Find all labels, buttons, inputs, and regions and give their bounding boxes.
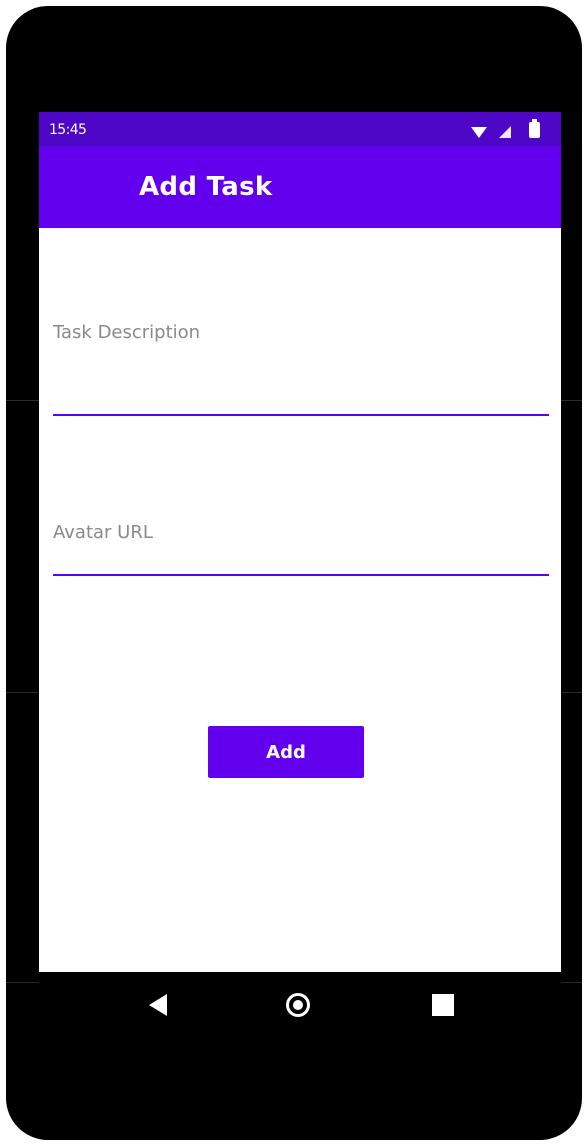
app-screen: 15:45 Add Task Add (39, 112, 561, 972)
page-title: Add Task (139, 172, 273, 202)
avatar-url-input[interactable] (53, 510, 549, 576)
status-icons (467, 119, 547, 139)
app-bar: Add Task (39, 146, 561, 228)
back-icon[interactable] (149, 994, 167, 1016)
status-time: 15:45 (49, 122, 87, 138)
task-description-field (53, 312, 549, 416)
status-bar: 15:45 (39, 112, 561, 146)
cell-signal-icon (499, 126, 511, 138)
home-icon[interactable] (286, 993, 310, 1017)
recents-icon[interactable] (432, 994, 454, 1016)
add-button[interactable]: Add (208, 726, 364, 778)
avatar-url-field (53, 510, 549, 576)
task-description-input[interactable] (53, 312, 549, 416)
wifi-icon (471, 127, 487, 138)
navigation-bar (39, 972, 561, 1042)
battery-icon (529, 119, 540, 138)
